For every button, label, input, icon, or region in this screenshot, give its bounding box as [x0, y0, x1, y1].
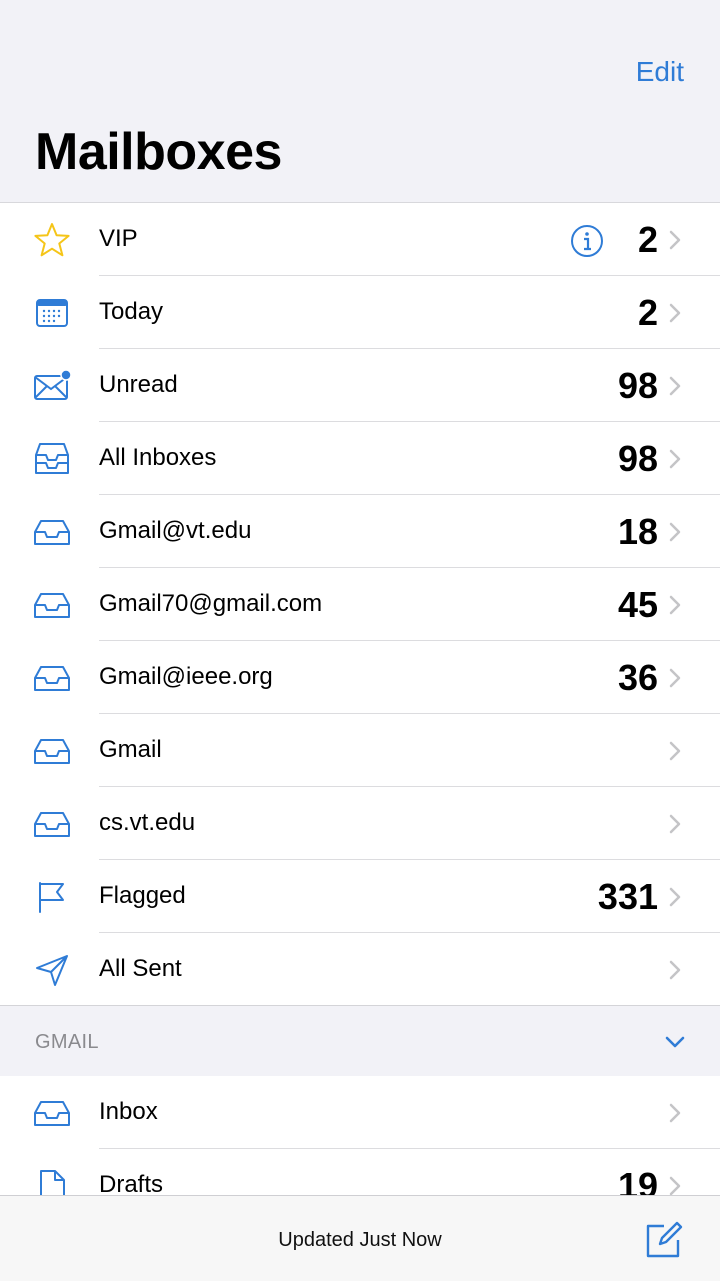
mailbox-row-flagged[interactable]: Flagged 331 — [0, 860, 720, 933]
bottom-toolbar: Updated Just Now — [0, 1195, 720, 1281]
mailbox-row-cs-vt[interactable]: cs.vt.edu — [0, 787, 720, 860]
folder-row-drafts[interactable]: Drafts 19 — [0, 1149, 720, 1196]
mailbox-row-gmail70[interactable]: Gmail70@gmail.com 45 — [0, 568, 720, 641]
inbox-tray-icon — [32, 1095, 72, 1131]
unread-count: 331 — [597, 876, 658, 917]
flag-icon — [32, 879, 72, 915]
chevron-right-icon — [669, 522, 681, 542]
inbox-tray-icon — [32, 514, 72, 550]
unread-count: 45 — [617, 584, 658, 625]
unread-count: 98 — [617, 438, 658, 479]
mailbox-row-gmail-vt[interactable]: Gmail@vt.edu 18 — [0, 495, 720, 568]
chevron-right-icon — [669, 814, 681, 834]
unread-count: 36 — [617, 657, 658, 698]
page-title: Mailboxes — [35, 123, 282, 181]
mailbox-row-gmail[interactable]: Gmail — [0, 714, 720, 787]
chevron-right-icon — [669, 668, 681, 688]
gmail-folder-list: Inbox Drafts 19 — [0, 1076, 720, 1196]
inbox-tray-icon — [32, 733, 72, 769]
mailbox-label: Today — [99, 298, 164, 325]
calendar-icon — [32, 295, 72, 331]
mailbox-label: cs.vt.edu — [99, 809, 196, 836]
mailbox-label: Gmail — [99, 736, 162, 763]
folder-label: Inbox — [99, 1098, 158, 1125]
all-inboxes-icon — [32, 441, 72, 477]
folder-row-inbox[interactable]: Inbox — [0, 1076, 720, 1149]
mailbox-row-gmail-ieee[interactable]: Gmail@ieee.org 36 — [0, 641, 720, 714]
mailbox-row-all-sent[interactable]: All Sent — [0, 933, 720, 1006]
mailbox-label: All Sent — [99, 955, 182, 982]
inbox-tray-icon — [32, 660, 72, 696]
chevron-right-icon — [669, 887, 681, 907]
unread-count: 2 — [637, 219, 658, 260]
mailbox-label: Gmail@ieee.org — [99, 663, 273, 690]
mailbox-label: VIP — [99, 225, 138, 252]
chevron-right-icon — [669, 376, 681, 396]
edit-button[interactable]: Edit — [636, 56, 684, 88]
navigation-header: Edit Mailboxes — [0, 0, 720, 202]
mailbox-row-today[interactable]: Today 2 — [0, 276, 720, 349]
star-icon — [32, 222, 72, 258]
compose-icon[interactable] — [642, 1220, 684, 1262]
chevron-right-icon — [669, 449, 681, 469]
document-icon — [32, 1168, 72, 1196]
unread-count: 19 — [617, 1165, 658, 1196]
paper-plane-icon — [32, 952, 72, 988]
unread-count: 98 — [617, 365, 658, 406]
unread-count: 2 — [637, 292, 658, 333]
mailbox-label: Gmail@vt.edu — [99, 517, 252, 544]
chevron-right-icon — [669, 960, 681, 980]
folder-label: Drafts — [99, 1171, 164, 1196]
mailbox-row-unread[interactable]: Unread 98 — [0, 349, 720, 422]
section-title: GMAIL — [35, 1031, 99, 1053]
mailbox-row-vip[interactable]: VIP 2 — [0, 203, 720, 276]
mailbox-label: Gmail70@gmail.com — [99, 590, 323, 617]
info-icon[interactable] — [570, 224, 604, 258]
inbox-tray-icon — [32, 587, 72, 623]
section-header-gmail[interactable]: GMAIL — [0, 1005, 720, 1077]
chevron-right-icon — [669, 595, 681, 615]
chevron-down-icon[interactable] — [664, 1034, 686, 1050]
chevron-right-icon — [669, 230, 681, 250]
chevron-right-icon — [669, 1103, 681, 1123]
mailbox-label: Unread — [99, 371, 178, 398]
inbox-tray-icon — [32, 806, 72, 842]
mailbox-label: Flagged — [99, 882, 186, 909]
mailbox-list: VIP 2 Today 2 Unread 98 All Inboxes 98 G… — [0, 202, 720, 1006]
mailbox-label: All Inboxes — [99, 444, 217, 471]
chevron-right-icon — [669, 741, 681, 761]
unread-count: 18 — [617, 511, 658, 552]
update-status: Updated Just Now — [278, 1229, 442, 1251]
mailbox-row-all-inboxes[interactable]: All Inboxes 98 — [0, 422, 720, 495]
chevron-right-icon — [669, 303, 681, 323]
unread-envelope-icon — [32, 368, 72, 404]
chevron-right-icon — [669, 1176, 681, 1196]
